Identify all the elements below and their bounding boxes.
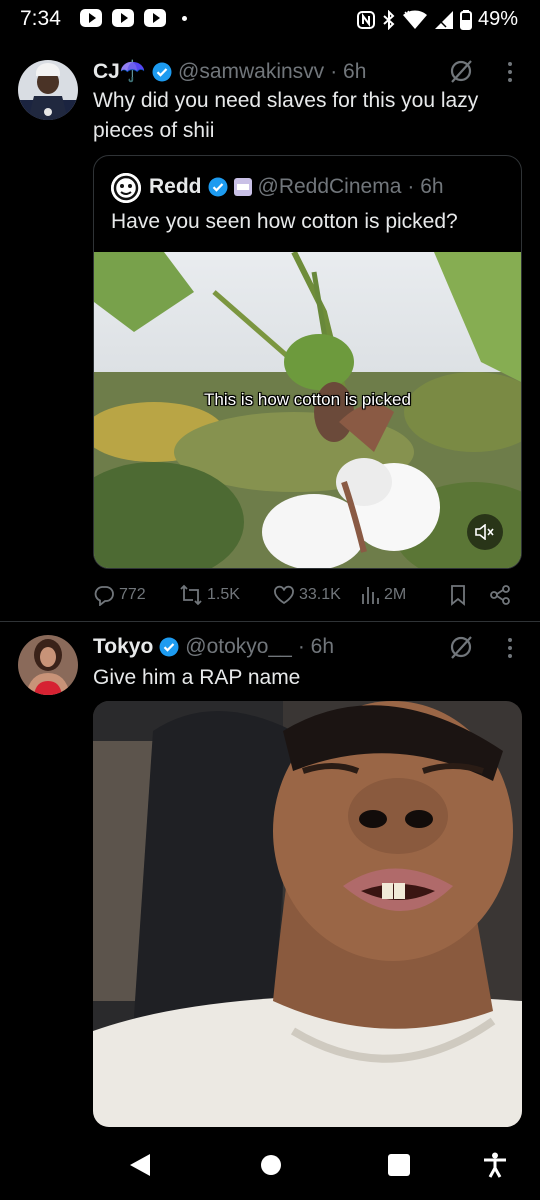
tweet-cj[interactable]: CJ☂️ @samwakinsvv · 6h Why did you need … — [0, 0, 540, 621]
mute-button[interactable] — [467, 514, 503, 550]
like-count: 33.1K — [299, 586, 341, 603]
views-icon — [362, 587, 379, 604]
more-options-icon[interactable] — [505, 60, 515, 84]
verified-badge-icon — [159, 637, 179, 657]
quoted-avatar[interactable] — [111, 173, 141, 203]
tweet-header: Tokyo @otokyo__ · 6h — [93, 634, 334, 660]
back-icon[interactable] — [128, 1152, 152, 1178]
volume-muted-icon — [475, 524, 494, 540]
repost-button[interactable]: 1.5K — [179, 584, 240, 606]
tweet-header: CJ☂️ @samwakinsvv · 6h — [93, 59, 366, 85]
recents-icon[interactable] — [387, 1152, 411, 1178]
quoted-tweet[interactable]: Redd @ReddCinema · 6h Have you seen how … — [93, 155, 522, 569]
quoted-header: Redd @ReddCinema · 6h — [149, 175, 444, 199]
views-button[interactable]: 2M — [360, 584, 406, 606]
repost-count: 1.5K — [207, 586, 240, 603]
reply-icon — [94, 586, 114, 606]
author-handle[interactable]: @otokyo__ — [185, 635, 292, 659]
repost-icon — [180, 584, 202, 606]
home-icon[interactable] — [259, 1152, 283, 1178]
share-icon[interactable] — [489, 584, 511, 606]
quoted-post-time: · 6h — [407, 175, 444, 198]
author-name[interactable]: Tokyo — [93, 635, 153, 659]
avatar[interactable] — [18, 60, 78, 120]
like-button[interactable]: 33.1K — [273, 584, 341, 606]
grok-icon[interactable] — [448, 58, 474, 84]
verified-badge-icon — [152, 62, 172, 82]
quoted-author-handle[interactable]: @ReddCinema — [258, 175, 402, 199]
more-options-icon[interactable] — [505, 636, 515, 660]
quoted-author-name[interactable]: Redd — [149, 175, 202, 199]
view-count: 2M — [384, 586, 407, 603]
tweet-text: Why did you need slaves for this you laz… — [93, 89, 479, 142]
author-handle[interactable]: @samwakinsvv — [178, 60, 324, 84]
navigation-bar — [0, 1138, 540, 1200]
reply-count: 772 — [119, 586, 146, 603]
post-time: · 6h — [330, 60, 367, 83]
reply-button[interactable]: 772 — [93, 584, 146, 606]
verified-badge-icon — [208, 177, 227, 197]
author-name[interactable]: CJ☂️ — [93, 60, 146, 84]
tweet-text: Give him a RAP name — [93, 666, 301, 689]
quoted-video[interactable]: This is how cotton is picked — [94, 252, 521, 568]
video-caption: This is how cotton is picked — [204, 390, 411, 409]
post-time: · 6h — [297, 635, 335, 658]
affiliate-badge-icon — [233, 178, 252, 196]
quoted-text: Have you seen how cotton is picked? — [111, 210, 458, 233]
accessibility-icon[interactable] — [482, 1152, 508, 1178]
tweet-photo[interactable] — [93, 701, 522, 1127]
heart-icon — [274, 585, 294, 605]
tweet-actions: 772 1.5K 33.1K 2M — [93, 584, 523, 608]
grok-icon[interactable] — [448, 634, 474, 660]
avatar[interactable] — [18, 635, 78, 695]
bookmark-icon[interactable] — [448, 584, 468, 606]
